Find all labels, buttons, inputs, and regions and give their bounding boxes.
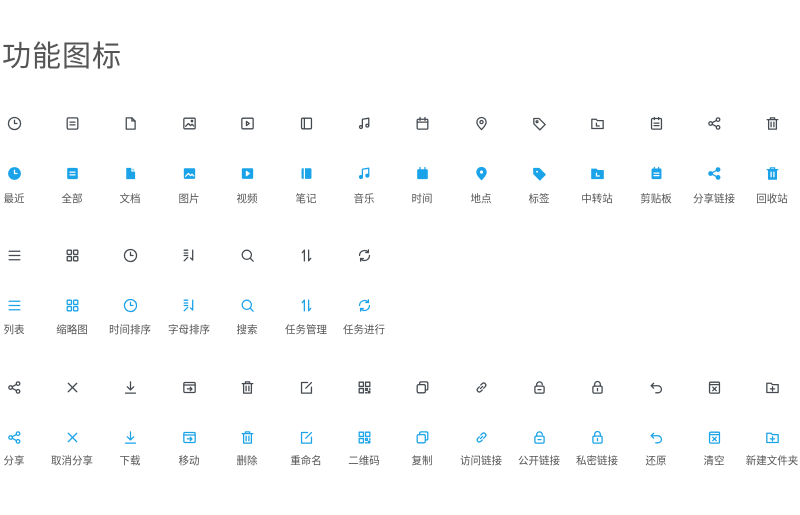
search-icon[interactable] bbox=[218, 243, 276, 267]
public-link-icon[interactable] bbox=[510, 375, 568, 399]
file-icon[interactable] bbox=[101, 111, 159, 135]
download-icon[interactable] bbox=[101, 375, 159, 399]
calendar-icon[interactable] bbox=[393, 111, 451, 135]
rename-icon[interactable] bbox=[277, 425, 335, 449]
grid-icon[interactable] bbox=[43, 293, 101, 317]
location-pin-icon[interactable] bbox=[452, 161, 510, 185]
move-icon[interactable] bbox=[160, 425, 218, 449]
private-link-icon[interactable] bbox=[568, 375, 626, 399]
alpha-sort-icon[interactable] bbox=[160, 293, 218, 317]
alpha-sort-icon[interactable] bbox=[160, 243, 218, 267]
clock-sort-icon[interactable] bbox=[101, 243, 159, 267]
document-list-icon[interactable] bbox=[43, 111, 101, 135]
copy-icon[interactable] bbox=[393, 375, 451, 399]
delete-icon[interactable] bbox=[218, 425, 276, 449]
new-folder-icon[interactable] bbox=[743, 375, 800, 399]
sync-icon[interactable] bbox=[335, 293, 393, 317]
share-link-icon[interactable] bbox=[685, 161, 743, 185]
location-pin-icon[interactable] bbox=[452, 111, 510, 135]
clear-icon[interactable] bbox=[685, 375, 743, 399]
music-icon[interactable] bbox=[335, 111, 393, 135]
clock-icon[interactable] bbox=[0, 111, 43, 135]
document-list-icon[interactable] bbox=[43, 161, 101, 185]
icon-label: 任务进行 bbox=[343, 324, 385, 336]
share-icon[interactable] bbox=[0, 425, 43, 449]
music-icon[interactable] bbox=[335, 161, 393, 185]
qrcode-icon[interactable] bbox=[335, 425, 393, 449]
restore-icon[interactable] bbox=[627, 375, 685, 399]
download-icon[interactable] bbox=[101, 425, 159, 449]
move-icon[interactable] bbox=[160, 375, 218, 399]
trash-icon[interactable] bbox=[743, 161, 800, 185]
new-folder-icon[interactable] bbox=[743, 425, 800, 449]
access-link-icon[interactable] bbox=[452, 425, 510, 449]
calendar-icon[interactable] bbox=[393, 161, 451, 185]
grid-icon[interactable] bbox=[43, 243, 101, 267]
rename-icon[interactable] bbox=[277, 375, 335, 399]
close-icon[interactable] bbox=[43, 425, 101, 449]
access-link-icon[interactable] bbox=[452, 375, 510, 399]
icon-label: 新建文件夹 bbox=[745, 455, 799, 467]
close-icon[interactable] bbox=[43, 375, 101, 399]
transfer-arrows-icon[interactable] bbox=[277, 243, 335, 267]
file-icon[interactable] bbox=[101, 161, 159, 185]
clipboard-icon[interactable] bbox=[627, 111, 685, 135]
qrcode-icon[interactable] bbox=[335, 375, 393, 399]
video-icon[interactable] bbox=[218, 111, 276, 135]
image-icon[interactable] bbox=[160, 161, 218, 185]
video-icon[interactable] bbox=[218, 161, 276, 185]
restore-icon[interactable] bbox=[627, 425, 685, 449]
transfer-folder-icon[interactable] bbox=[568, 111, 626, 135]
page-title: 功能图标 bbox=[2, 39, 123, 73]
copy-icon[interactable] bbox=[393, 425, 451, 449]
notebook-icon[interactable] bbox=[277, 111, 335, 135]
notebook-icon[interactable] bbox=[277, 161, 335, 185]
share-link-icon[interactable] bbox=[685, 111, 743, 135]
tag-icon[interactable] bbox=[510, 111, 568, 135]
list-icon[interactable] bbox=[0, 243, 43, 267]
sync-icon[interactable] bbox=[335, 243, 393, 267]
tag-icon[interactable] bbox=[510, 161, 568, 185]
clipboard-icon[interactable] bbox=[627, 161, 685, 185]
transfer-folder-icon[interactable] bbox=[568, 161, 626, 185]
trash-icon[interactable] bbox=[743, 111, 800, 135]
transfer-arrows-icon[interactable] bbox=[277, 293, 335, 317]
private-link-icon[interactable] bbox=[568, 425, 626, 449]
public-link-icon[interactable] bbox=[510, 425, 568, 449]
share-icon[interactable] bbox=[0, 375, 43, 399]
clock-sort-icon[interactable] bbox=[101, 293, 159, 317]
list-icon[interactable] bbox=[0, 293, 43, 317]
image-icon[interactable] bbox=[160, 111, 218, 135]
search-icon[interactable] bbox=[218, 293, 276, 317]
clear-icon[interactable] bbox=[685, 425, 743, 449]
delete-icon[interactable] bbox=[218, 375, 276, 399]
clock-icon[interactable] bbox=[0, 161, 43, 185]
icon-label: 回收站 bbox=[756, 193, 788, 205]
